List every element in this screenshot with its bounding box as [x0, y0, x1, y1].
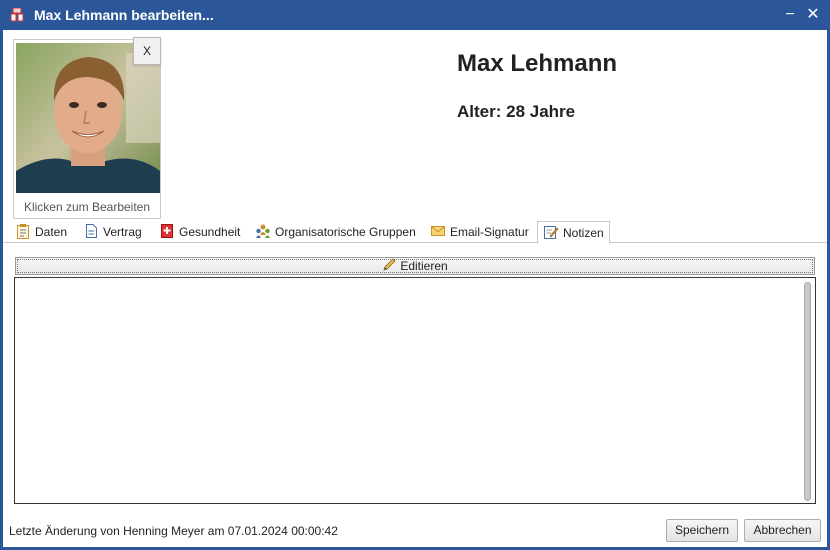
tab-vertrag-label: Vertrag	[103, 225, 142, 239]
profile-photo[interactable]	[16, 43, 160, 193]
tab-vertrag[interactable]: Vertrag	[83, 223, 142, 243]
tab-email-signatur-label: Email-Signatur	[450, 225, 529, 239]
tab-email-signatur[interactable]: Email-Signatur	[430, 223, 529, 243]
notes-textarea[interactable]	[14, 277, 816, 504]
notes-scroll-thumb[interactable]	[804, 282, 811, 501]
app-icon	[10, 7, 24, 22]
dialog-content: Klicken zum Bearbeiten X Max Lehmann Alt…	[3, 30, 827, 547]
tab-bar: Daten Vertrag Gesundheit Organisatorisch…	[3, 221, 827, 244]
tab-notizen-label: Notizen	[563, 226, 604, 240]
last-change-status: Letzte Änderung von Henning Meyer am 07.…	[9, 524, 338, 538]
cancel-button[interactable]: Abbrechen	[744, 519, 821, 542]
profile-photo-box[interactable]: Klicken zum Bearbeiten	[13, 39, 161, 219]
person-name: Max Lehmann	[457, 50, 618, 77]
contract-icon	[83, 223, 99, 239]
tab-daten[interactable]: Daten	[15, 223, 67, 243]
title-bar: Max Lehmann bearbeiten... − ✕	[0, 0, 830, 30]
group-icon	[255, 223, 271, 239]
edit-notes-button[interactable]: Editieren	[15, 257, 815, 275]
tab-notizen[interactable]: Notizen	[537, 221, 610, 244]
tab-gesundheit-label: Gesundheit	[179, 225, 241, 239]
pencil-icon	[382, 258, 398, 272]
tab-organisatorische-gruppen[interactable]: Organisatorische Gruppen	[255, 223, 416, 243]
tab-gesundheit[interactable]: Gesundheit	[159, 223, 240, 243]
notes-content	[15, 278, 815, 286]
window-title: Max Lehmann bearbeiten...	[34, 7, 214, 23]
remove-photo-button[interactable]: X	[133, 37, 161, 65]
notes-edit-icon	[543, 224, 559, 240]
close-window-button[interactable]: ✕	[803, 5, 823, 25]
health-plus-icon	[159, 223, 175, 239]
person-age: Alter: 28 Jahre	[457, 102, 576, 121]
envelope-icon	[430, 223, 446, 239]
edit-notes-label: Editieren	[400, 259, 448, 273]
save-button[interactable]: Speichern	[666, 519, 738, 542]
photo-caption[interactable]: Klicken zum Bearbeiten	[14, 200, 160, 214]
dialog-window: Max Lehmann bearbeiten... − ✕ Klicken zu…	[0, 0, 830, 550]
tab-organisatorische-gruppen-label: Organisatorische Gruppen	[275, 225, 416, 239]
minimize-button[interactable]: −	[780, 5, 800, 25]
clipboard-icon	[15, 223, 31, 239]
notes-scrollbar[interactable]	[801, 278, 815, 503]
tab-daten-label: Daten	[35, 225, 68, 239]
